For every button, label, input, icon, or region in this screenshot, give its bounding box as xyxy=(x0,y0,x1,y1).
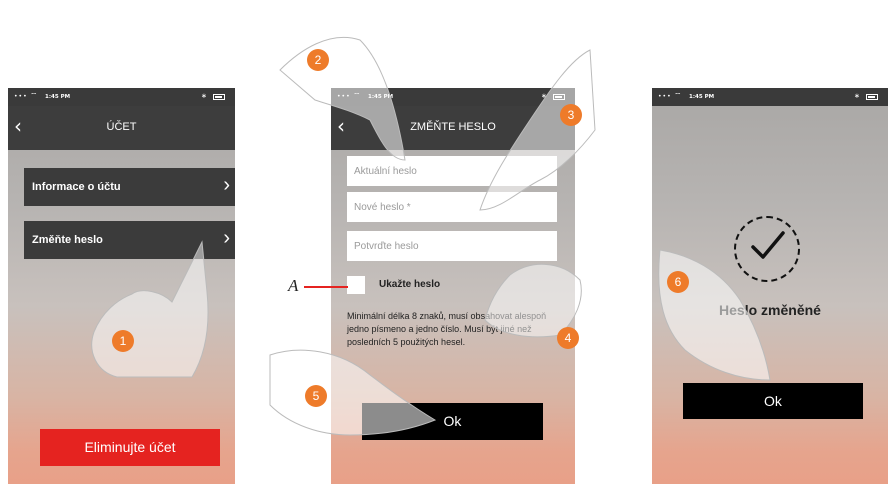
ok-button[interactable]: Ok xyxy=(362,403,543,440)
signal-icon: ••• xyxy=(658,93,672,100)
ok-button[interactable]: Ok xyxy=(683,383,863,419)
success-message: Heslo změněné xyxy=(719,302,821,318)
step-badge-5: 5 xyxy=(305,385,327,407)
show-password-checkbox[interactable] xyxy=(347,276,365,294)
phone-screen-account: ••• ⌔ 1:45 PM ∗ ‹ ÚČET Informace o účtu … xyxy=(8,88,235,484)
current-password-input[interactable]: Aktuální heslo xyxy=(347,156,557,186)
battery-icon xyxy=(213,94,225,100)
success-check-icon xyxy=(734,216,800,282)
callout-label-a: A xyxy=(288,276,299,295)
status-time: 1:45 PM xyxy=(45,94,71,100)
delete-account-button[interactable]: Eliminujte účet xyxy=(40,429,220,466)
page-title: ZMĚŇTE HESLO xyxy=(410,121,496,133)
wifi-icon: ⌔ xyxy=(353,91,361,100)
step-badge-2: 2 xyxy=(307,49,329,71)
confirm-password-input[interactable]: Potvrďte heslo xyxy=(347,231,557,261)
status-time: 1:45 PM xyxy=(368,94,394,100)
account-info-item[interactable]: Informace o účtu › xyxy=(24,168,235,206)
battery-icon xyxy=(866,94,878,100)
bluetooth-icon: ∗ xyxy=(854,92,860,100)
battery-icon xyxy=(553,94,565,100)
wifi-icon: ⌔ xyxy=(674,91,682,100)
step-badge-3: 3 xyxy=(560,104,582,126)
phone-screen-change-password: ••• ⌔ 1:45 PM ∗ ‹ ZMĚŇTE HESLO Aktuální … xyxy=(331,88,575,484)
new-password-input[interactable]: Nové heslo * xyxy=(347,192,557,222)
step-badge-1: 1 xyxy=(112,330,134,352)
bluetooth-icon: ∗ xyxy=(541,92,547,100)
password-hint: Minimální délka 8 znaků, musí obsahovat … xyxy=(347,311,547,347)
nav-bar: ‹ ÚČET xyxy=(8,106,235,150)
wifi-icon: ⌔ xyxy=(30,91,38,100)
change-password-item[interactable]: Změňte heslo › xyxy=(24,221,235,259)
status-bar: ••• ⌔ 1:45 PM ∗ xyxy=(8,88,235,106)
chevron-right-icon: › xyxy=(223,174,230,196)
account-info-label: Informace o účtu xyxy=(32,181,121,193)
signal-icon: ••• xyxy=(337,93,351,100)
chevron-right-icon: › xyxy=(223,227,230,249)
change-password-label: Změňte heslo xyxy=(32,234,103,246)
nav-bar: ‹ ZMĚŇTE HESLO xyxy=(331,106,575,150)
bluetooth-icon: ∗ xyxy=(201,92,207,100)
status-bar: ••• ⌔ 1:45 PM ∗ xyxy=(652,88,888,106)
page-title: ÚČET xyxy=(106,121,137,133)
signal-icon: ••• xyxy=(14,93,28,100)
show-password-label: Ukažte heslo xyxy=(379,279,441,290)
step-badge-6: 6 xyxy=(667,271,689,293)
step-badge-4: 4 xyxy=(557,327,579,349)
status-time: 1:45 PM xyxy=(689,94,715,100)
status-bar: ••• ⌔ 1:45 PM ∗ xyxy=(331,88,575,106)
callout-line xyxy=(304,286,348,288)
